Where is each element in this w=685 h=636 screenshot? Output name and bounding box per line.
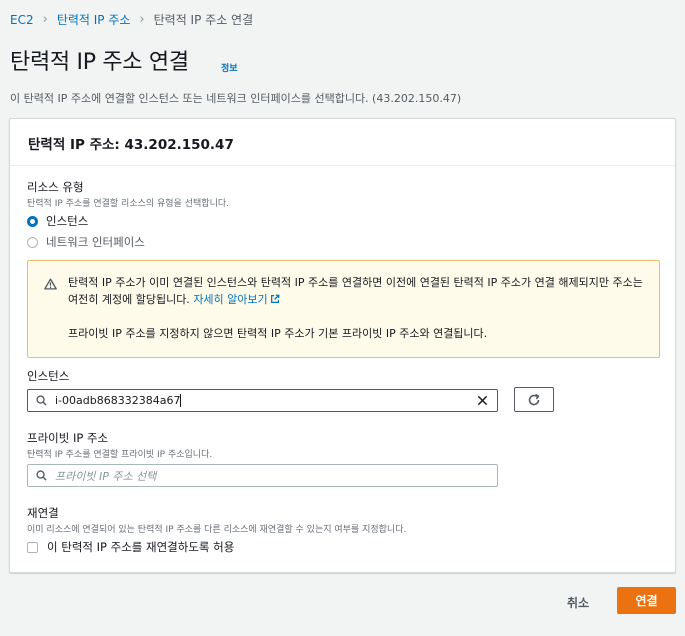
refresh-icon [528, 393, 540, 405]
associate-panel: 탄력적 IP 주소: 43.202.150.47 리소스 유형 탄력적 IP 주… [9, 118, 676, 573]
breadcrumb-link-ec2[interactable]: EC2 [10, 13, 34, 27]
private-ip-label: 프라이빗 IP 주소 [27, 431, 109, 445]
instance-label: 인스턴스 [27, 369, 70, 383]
chevron-right-icon: › [42, 12, 48, 27]
alert-message: 탄력적 IP 주소가 이미 연결된 인스턴스와 탄력적 IP 주소를 연결하면 … [68, 274, 648, 308]
learn-more-label: 자세히 알아보기 [193, 293, 268, 306]
warning-icon [44, 278, 57, 290]
cancel-button[interactable]: 취소 [567, 594, 589, 611]
reassociation-option[interactable]: 이 탄력적 IP 주소를 재연결하도록 허용 [27, 539, 234, 555]
breadcrumb: EC2 › 탄력적 IP 주소 › 탄력적 IP 주소 연결 [10, 11, 253, 28]
associate-button[interactable]: 연결 [617, 587, 676, 614]
private-ip-search-input[interactable]: 프라이빗 IP 주소 선택 [27, 464, 498, 487]
private-ip-placeholder: 프라이빗 IP 주소 선택 [55, 469, 157, 483]
radio-instance-label: 인스턴스 [46, 214, 89, 228]
reassociation-checkbox[interactable] [27, 541, 38, 553]
instance-search-input[interactable]: i-00adb868332384a67 [27, 389, 498, 412]
clear-icon[interactable] [477, 395, 488, 406]
resource-type-description: 탄력적 IP 주소를 연결할 리소스의 유형을 선택합니다. [27, 199, 229, 209]
learn-more-link[interactable]: 자세히 알아보기 [193, 293, 280, 306]
refresh-button[interactable] [514, 387, 554, 412]
reassociation-label: 재연결 [27, 506, 59, 520]
reassociation-checkbox-label: 이 탄력적 IP 주소를 재연결하도록 허용 [47, 540, 235, 554]
panel-header: 탄력적 IP 주소: 43.202.150.47 [10, 119, 675, 166]
radio-network-interface[interactable] [27, 236, 38, 248]
alert-line-1: 탄력적 IP 주소가 이미 연결된 인스턴스와 탄력적 IP 주소를 연결하면 … [68, 276, 643, 306]
external-link-icon [270, 294, 280, 303]
radio-option-network-interface[interactable]: 네트워크 인터페이스 [27, 234, 145, 250]
search-icon [36, 470, 47, 481]
warning-alert: 탄력적 IP 주소가 이미 연결된 인스턴스와 탄력적 IP 주소를 연결하면 … [27, 260, 660, 358]
radio-option-instance[interactable]: 인스턴스 [27, 213, 88, 229]
page-description: 이 탄력적 IP 주소에 연결할 인스턴스 또는 네트워크 인터페이스를 선택합… [10, 92, 462, 105]
text-caret [180, 394, 182, 407]
page-title: 탄력적 IP 주소 연결 [10, 50, 189, 75]
instance-input-value: i-00adb868332384a67 [55, 394, 181, 407]
resource-type-label: 리소스 유형 [27, 180, 84, 194]
chevron-right-icon: › [139, 12, 145, 27]
info-link[interactable]: 정보 [221, 61, 238, 74]
alert-line-2: 프라이빗 IP 주소를 지정하지 않으면 탄력적 IP 주소가 기본 프라이빗 … [68, 327, 488, 340]
panel-title: 탄력적 IP 주소: 43.202.150.47 [28, 137, 234, 153]
breadcrumb-link-elastic-ips[interactable]: 탄력적 IP 주소 [57, 11, 131, 28]
private-ip-description: 탄력적 IP 주소를 연결할 프라이빗 IP 주소입니다. [27, 450, 213, 460]
search-icon [36, 395, 47, 406]
reassociation-description: 이미 리소스에 연결되어 있는 탄력적 IP 주소를 다른 리소스에 재연결할 … [27, 525, 407, 535]
breadcrumb-current: 탄력적 IP 주소 연결 [153, 13, 254, 27]
radio-network-interface-label: 네트워크 인터페이스 [46, 235, 145, 249]
radio-instance[interactable] [27, 215, 38, 227]
